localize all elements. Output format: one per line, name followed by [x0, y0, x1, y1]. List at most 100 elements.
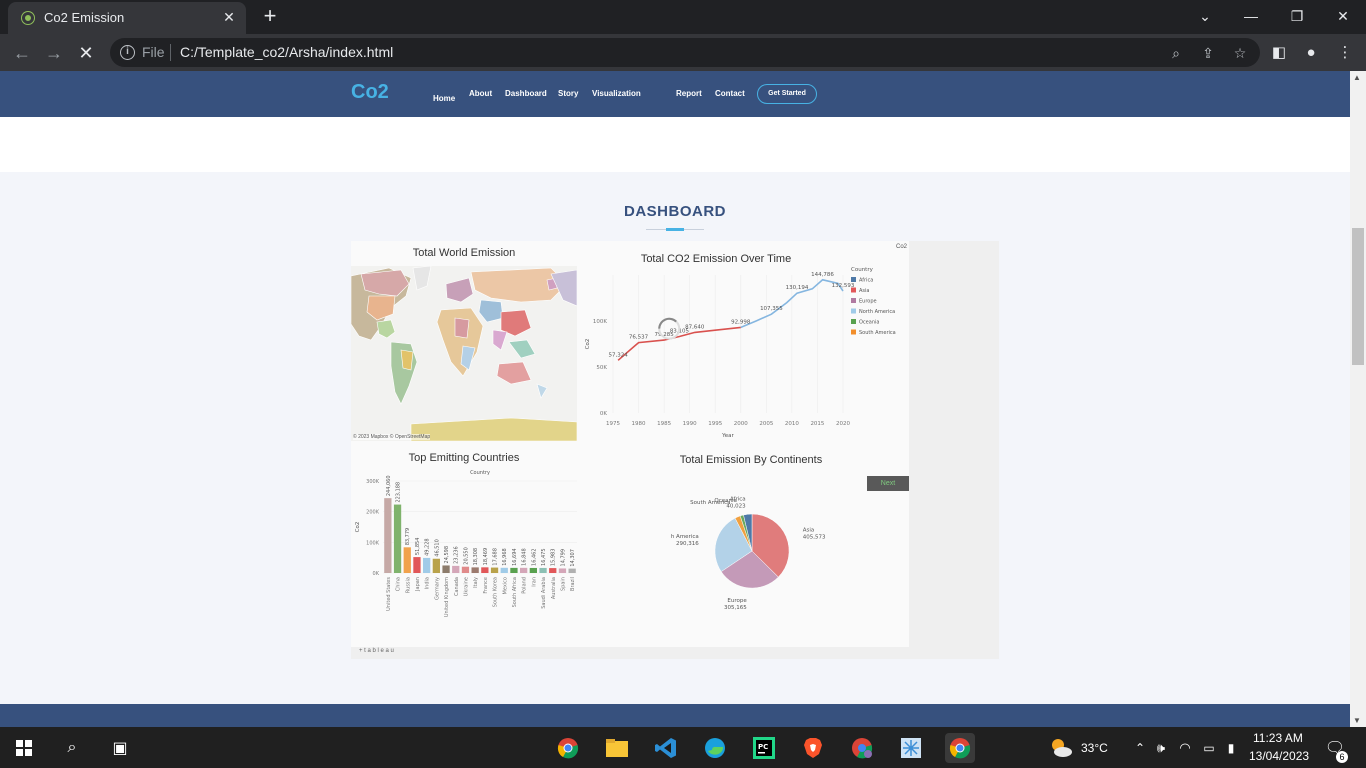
forward-icon[interactable]: →	[42, 41, 66, 65]
bar	[529, 567, 537, 573]
bar-data-label: 51,854	[415, 538, 421, 556]
legend-swatch	[851, 329, 856, 335]
bar-data-label: 17,688	[493, 548, 499, 566]
back-icon[interactable]: ←	[10, 41, 34, 65]
snipping-tool-icon[interactable]	[896, 733, 926, 763]
bookmark-star-icon[interactable]: ☆	[1230, 43, 1250, 63]
chrome-icon[interactable]	[553, 733, 583, 763]
chrome-profile-icon[interactable]	[847, 733, 877, 763]
title-underline-accent	[666, 228, 684, 231]
bar-category-label: India	[425, 577, 431, 589]
bar-y-tick: 200K	[366, 510, 380, 516]
bar-category-label: Spain	[560, 577, 566, 591]
task-view-icon[interactable]: ▣	[105, 733, 135, 763]
world-map[interactable]: © 2023 Mapbox © OpenStreetMap	[351, 266, 577, 441]
nav-about[interactable]: About	[469, 89, 492, 98]
bar-category-label: Russia	[405, 577, 411, 593]
bar-category-label: Poland	[522, 577, 528, 594]
edge-icon[interactable]	[700, 733, 730, 763]
bar	[403, 547, 411, 573]
minimize-icon[interactable]: —	[1240, 5, 1262, 27]
pie-slice-value: 40,023	[726, 503, 746, 509]
vscode-icon[interactable]	[651, 733, 681, 763]
bar-data-label: 16,462	[531, 548, 537, 566]
site-info-icon[interactable]: i	[120, 45, 135, 60]
url-scheme: File	[142, 44, 165, 60]
side-panel-icon[interactable]: ◧	[1268, 42, 1290, 64]
bar-category-label: Iran	[531, 577, 537, 587]
weather-icon[interactable]	[1046, 733, 1076, 763]
brave-icon[interactable]	[798, 733, 828, 763]
file-explorer-icon[interactable]	[602, 733, 632, 763]
map-attribution: © 2023 Mapbox © OpenStreetMap	[353, 434, 431, 440]
bar	[481, 567, 489, 573]
tab-title: Co2 Emission	[44, 10, 125, 25]
bar-category-label: Saudi Arabia	[541, 577, 547, 609]
clock-date[interactable]: 13/04/2023	[1249, 749, 1309, 763]
bar	[520, 567, 528, 573]
nav-home[interactable]: Home	[433, 94, 455, 103]
bar-category-label: United States	[386, 577, 392, 611]
bar-chart[interactable]: Country Co2 0K 100K 200K 300K 244,060 United St…	[351, 469, 581, 645]
tab-search-icon[interactable]: ⌄	[1194, 5, 1216, 27]
scroll-thumb[interactable]	[1352, 228, 1364, 365]
line-data-label: 76,537	[629, 335, 649, 341]
world-map-svg	[351, 266, 577, 441]
restore-icon[interactable]: ❐	[1286, 5, 1308, 27]
bar-data-label: 223,188	[396, 482, 402, 503]
stop-loading-icon[interactable]: ✕	[74, 41, 98, 65]
window-close-icon[interactable]: ✕	[1332, 5, 1354, 27]
bar	[461, 566, 470, 573]
battery-icon[interactable]: ▮	[1216, 733, 1246, 763]
legend-swatch	[851, 277, 856, 282]
browser-tab[interactable]: Co2 Emission ✕	[8, 2, 246, 34]
bar	[452, 565, 460, 573]
legend-label: Oceania	[859, 320, 879, 326]
bar-y-tick: 300K	[366, 479, 380, 485]
line-x-tick: 1980	[632, 421, 646, 427]
get-started-button[interactable]: Get Started	[757, 84, 817, 104]
site-logo[interactable]: Co2	[351, 81, 389, 104]
profile-icon[interactable]: ●	[1300, 42, 1322, 64]
windows-start-icon[interactable]	[9, 733, 39, 763]
page-scrollbar[interactable]: ▲ ▼	[1350, 71, 1366, 727]
pycharm-icon[interactable]: PC	[749, 733, 779, 763]
bar	[442, 565, 450, 573]
nav-story[interactable]: Story	[558, 89, 578, 98]
hero-band	[0, 117, 1350, 172]
web-page: Co2 Home About Dashboard Story Visualiza…	[0, 71, 1350, 727]
scroll-down-icon[interactable]: ▼	[1353, 716, 1361, 725]
menu-kebab-icon[interactable]: ⋮	[1334, 42, 1356, 64]
scroll-up-icon[interactable]: ▲	[1353, 73, 1361, 82]
url-text[interactable]: C:/Template_co2/Arsha/index.html	[180, 44, 393, 60]
url-separator	[170, 44, 171, 61]
address-bar[interactable]: i File C:/Template_co2/Arsha/index.html …	[110, 38, 1260, 67]
zoom-search-icon[interactable]: ⌕	[1166, 43, 1186, 63]
next-button[interactable]: Next	[867, 476, 909, 491]
bar	[549, 568, 557, 573]
nav-contact[interactable]: Contact	[715, 89, 745, 98]
nav-visualization[interactable]: Visualization	[592, 89, 641, 98]
bar-data-label: 15,983	[551, 549, 557, 567]
pie-chart[interactable]: Asia405,573 Europe305,165 North America290…	[671, 491, 841, 621]
line-chart[interactable]: 1975 1980 1985 1990 1995 2000 2005 2010 2015 2020…	[583, 263, 909, 441]
bar-data-label: 244,060	[386, 475, 392, 496]
line-x-tick: 1975	[606, 421, 620, 427]
line-x-tick: 2015	[810, 421, 824, 427]
tableau-dashboard[interactable]: Total World Emission © 2023 Mapbox © Ope…	[351, 241, 909, 654]
bar-data-label: 49,228	[425, 538, 431, 556]
new-tab-button[interactable]: +	[259, 5, 281, 27]
loading-spinner-arc	[658, 317, 677, 329]
clock-time[interactable]: 11:23 AM	[1253, 731, 1303, 745]
temperature[interactable]: 33°C	[1081, 741, 1108, 755]
nav-report[interactable]: Report	[676, 89, 702, 98]
bar	[510, 567, 518, 573]
chrome-active-icon[interactable]	[945, 733, 975, 763]
share-icon[interactable]: ⇪	[1198, 43, 1218, 63]
bar-data-label: 23,236	[454, 546, 460, 564]
search-icon[interactable]: ⌕	[57, 733, 87, 763]
line-y-axis-label: Co2	[585, 339, 591, 350]
line-y-tick: 0K	[600, 411, 607, 417]
tab-close-icon[interactable]: ✕	[220, 8, 238, 26]
nav-dashboard[interactable]: Dashboard	[505, 89, 547, 98]
